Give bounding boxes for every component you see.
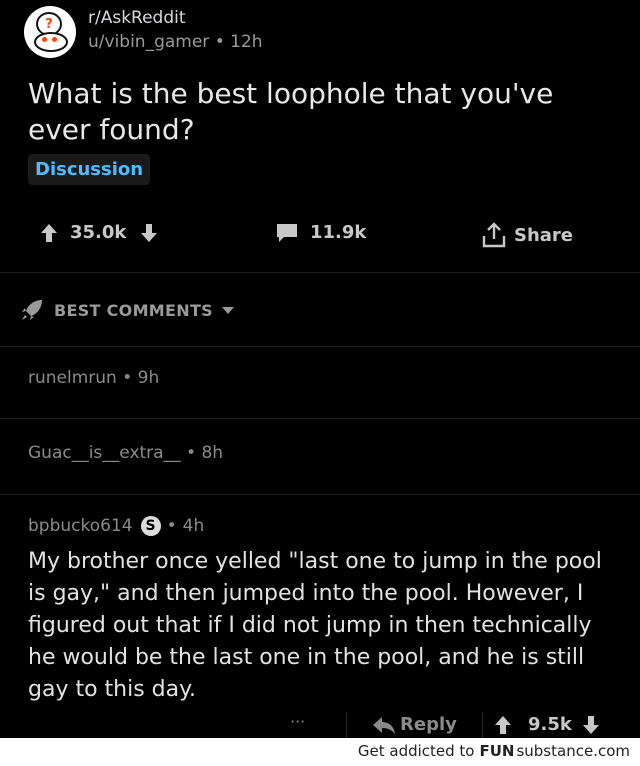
comment-score: 9.5k <box>528 714 572 735</box>
comment-count: 11.9k <box>310 222 367 243</box>
vote-group: 35.0k <box>40 222 158 243</box>
post-byline: u/vibin_gamer • 12h <box>88 32 263 52</box>
comments-button[interactable]: 11.9k <box>276 222 366 243</box>
divider <box>0 272 640 273</box>
subreddit-name[interactable]: r/AskReddit <box>88 6 263 30</box>
upvote-arrow-icon[interactable] <box>494 715 512 735</box>
comment-action-divider <box>346 712 347 738</box>
post-action-bar: 35.0k 11.9k Share <box>0 222 640 262</box>
subreddit-avatar[interactable]: ? <box>24 6 76 58</box>
upvote-arrow-icon[interactable] <box>40 223 58 243</box>
user-badge-icon: S <box>140 516 161 536</box>
reply-label: Reply <box>400 714 457 735</box>
comment-sort-selector[interactable]: BEST COMMENTS <box>20 298 235 322</box>
downvote-arrow-icon[interactable] <box>140 223 158 243</box>
post-author[interactable]: u/vibin_gamer <box>88 32 209 52</box>
comment-author[interactable]: bpbucko614 <box>28 516 133 536</box>
collapsed-comment-author[interactable]: runelmrun <box>28 368 117 388</box>
divider <box>0 418 640 419</box>
comment-age: 4h <box>182 516 205 536</box>
divider <box>0 346 640 347</box>
comment-action-divider <box>482 712 483 738</box>
share-button[interactable]: Share <box>482 222 573 248</box>
post-age: 12h <box>230 32 263 52</box>
watermark-brand-bold: FUN <box>479 742 515 760</box>
post-title[interactable]: What is the best loophole that you've ev… <box>28 76 618 148</box>
more-options-button[interactable]: ··· <box>290 712 305 731</box>
downvote-arrow-icon[interactable] <box>582 715 600 735</box>
collapsed-comment-author[interactable]: Guac__is__extra__ <box>28 443 181 463</box>
watermark-tagline: Get addicted to <box>357 742 475 760</box>
caret-down-icon <box>221 307 234 314</box>
post-score: 35.0k <box>70 222 127 243</box>
post-meta: r/AskReddit u/vibin_gamer • 12h <box>88 6 263 54</box>
share-label: Share <box>514 224 574 246</box>
rocket-icon <box>22 300 42 320</box>
reply-arrow-icon <box>373 716 395 734</box>
alien-eye-left <box>42 37 47 42</box>
watermark-footer: Get addicted to FUN substance.com <box>0 738 640 766</box>
alien-eye-right <box>52 37 57 42</box>
watermark-text: Get addicted to FUN substance.com <box>358 742 630 760</box>
collapsed-comment-age: 8h <box>201 443 224 463</box>
comment-author-line: bpbucko614 S • 4h <box>28 516 205 536</box>
collapsed-comment[interactable]: Guac__is__extra__ • 8h <box>28 443 223 463</box>
collapsed-comment[interactable]: runelmrun • 9h <box>28 368 159 388</box>
collapsed-comment-age: 9h <box>137 368 160 388</box>
watermark-brand-rest: substance.com <box>516 742 630 760</box>
sort-label: BEST COMMENTS <box>54 300 213 320</box>
divider <box>0 494 640 495</box>
comment-action-bar: ··· Reply 9.5k <box>0 712 640 738</box>
post-header: ? r/AskReddit u/vibin_gamer • 12h <box>24 6 263 58</box>
alien-head-shape <box>34 32 68 52</box>
reply-button[interactable]: Reply <box>372 714 457 735</box>
post-flair[interactable]: Discussion <box>28 154 151 185</box>
comment-vote-group: 9.5k <box>494 714 600 735</box>
comment-body: My brother once yelled "last one to jump… <box>28 549 602 702</box>
comment-bubble-icon <box>277 223 297 242</box>
share-icon <box>482 222 506 248</box>
